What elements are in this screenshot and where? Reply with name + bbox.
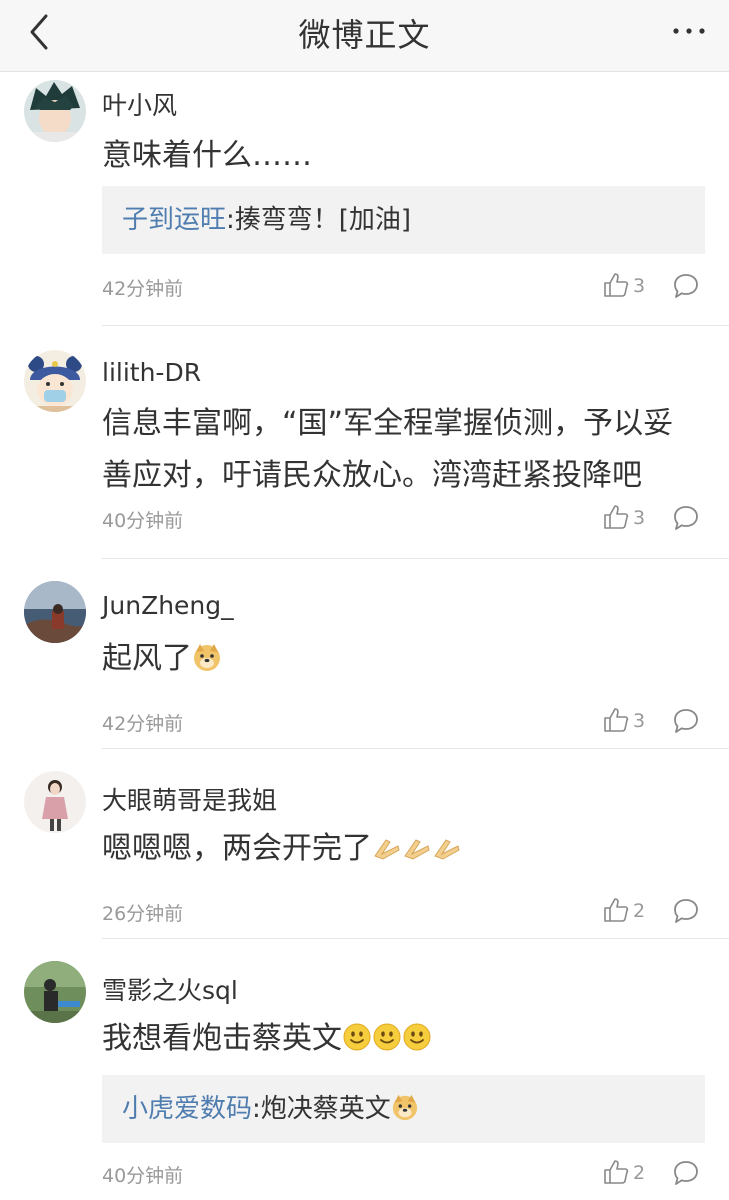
reply-button[interactable] (672, 897, 700, 925)
comment-text-line: 善应对，吁请民众放心。湾湾赶紧投降吧 (102, 458, 642, 493)
comment-text: 信息丰富啊，“国”军全程掌握侦测，予以妥 善应对，吁请民众放心。湾湾赶紧投降吧 (102, 398, 702, 502)
avatar[interactable] (24, 350, 86, 412)
comment-time: 26分钟前 (102, 903, 184, 925)
comment-time: 40分钟前 (102, 1165, 184, 1187)
comment-bubble-icon (674, 506, 698, 530)
comment-time: 42分钟前 (102, 278, 184, 300)
like-button[interactable]: 3 (603, 707, 663, 737)
comment-bubble-icon (674, 1161, 698, 1185)
thumbs-up-icon (604, 1160, 629, 1184)
page-title: 微博正文 (298, 16, 431, 54)
thumbs-up-icon (604, 505, 629, 529)
doge-emoji-icon (192, 637, 222, 689)
smile-emoji-icon (402, 1017, 432, 1069)
comment-text-body: 起风了 (102, 641, 192, 676)
comment-username[interactable]: JunZheng_ (102, 591, 234, 620)
avatar[interactable] (24, 581, 86, 643)
like-count: 2 (633, 900, 646, 922)
like-button[interactable]: 2 (603, 1159, 663, 1189)
avatar[interactable] (24, 80, 86, 142)
comment-username[interactable]: 雪影之火sql (102, 971, 238, 1007)
comment-time: 42分钟前 (102, 713, 184, 735)
smile-emoji-icon (372, 1017, 402, 1069)
comment-text: 起风了 (102, 633, 702, 689)
sub-reply[interactable]: 子到运旺:揍弯弯！[加油] (102, 186, 705, 254)
like-button[interactable]: 3 (603, 504, 663, 534)
reply-button[interactable] (672, 707, 700, 735)
comment-list: 叶小风 意味着什么…… 子到运旺:揍弯弯！[加油] 42分钟前 3 lilith… (0, 72, 729, 1200)
reply-text: :揍弯弯！[加油] (226, 205, 412, 235)
like-count: 3 (633, 275, 646, 297)
comment-text: 意味着什么…… (102, 138, 312, 173)
comment-item: JunZheng_ 起风了 42分钟前 3 (0, 559, 729, 749)
like-count: 3 (633, 710, 646, 732)
like-button[interactable]: 2 (603, 897, 663, 927)
avatar[interactable] (24, 771, 86, 833)
reply-button[interactable] (672, 272, 700, 300)
clap-emoji-icon (432, 827, 462, 879)
clap-emoji-icon (372, 827, 402, 879)
comment-item: 雪影之火sql 我想看炮击蔡英文 小虎爱数码:炮决蔡英文 40分钟前 2 (0, 939, 729, 1200)
top-navigation-bar: 微博正文 (0, 0, 729, 72)
reply-username[interactable]: 小虎爱数码 (122, 1094, 252, 1124)
doge-emoji-icon (391, 1079, 419, 1147)
comment-username[interactable]: lilith-DR (102, 358, 201, 387)
comment-time: 40分钟前 (102, 510, 184, 532)
reply-username[interactable]: 子到运旺 (122, 205, 226, 235)
comment-bubble-icon (674, 709, 698, 733)
like-button[interactable]: 3 (603, 272, 663, 302)
comment-username[interactable]: 叶小风 (102, 86, 177, 122)
comment-text: 我想看炮击蔡英文 (102, 1013, 702, 1069)
sub-reply[interactable]: 小虎爱数码:炮决蔡英文 (102, 1075, 705, 1143)
thumbs-up-icon (604, 273, 629, 297)
comment-bubble-icon (674, 274, 698, 298)
like-count: 2 (633, 1162, 646, 1184)
like-count: 3 (633, 507, 646, 529)
comment-text-body: 嗯嗯嗯，两会开完了 (102, 831, 372, 866)
thumbs-up-icon (604, 898, 629, 922)
thumbs-up-icon (604, 708, 629, 732)
reply-button[interactable] (672, 504, 700, 532)
clap-emoji-icon (402, 827, 432, 879)
comment-text-body: 我想看炮击蔡英文 (102, 1021, 342, 1056)
comment-text-line: 信息丰富啊，“国”军全程掌握侦测，予以妥 (102, 406, 674, 441)
comment-item: 大眼萌哥是我姐 嗯嗯嗯，两会开完了 26分钟前 2 (0, 749, 729, 939)
comment-item: lilith-DR 信息丰富啊，“国”军全程掌握侦测，予以妥 善应对，吁请民众放… (0, 326, 729, 559)
reply-button[interactable] (672, 1159, 700, 1187)
comment-text: 嗯嗯嗯，两会开完了 (102, 823, 702, 879)
comment-item: 叶小风 意味着什么…… 子到运旺:揍弯弯！[加油] 42分钟前 3 (0, 72, 729, 326)
reply-text: :炮决蔡英文 (252, 1094, 391, 1124)
avatar[interactable] (24, 961, 86, 1023)
more-dots-icon (673, 28, 705, 34)
smile-emoji-icon (342, 1017, 372, 1069)
more-button[interactable] (671, 16, 707, 46)
comment-username[interactable]: 大眼萌哥是我姐 (102, 781, 277, 817)
comment-bubble-icon (674, 899, 698, 923)
